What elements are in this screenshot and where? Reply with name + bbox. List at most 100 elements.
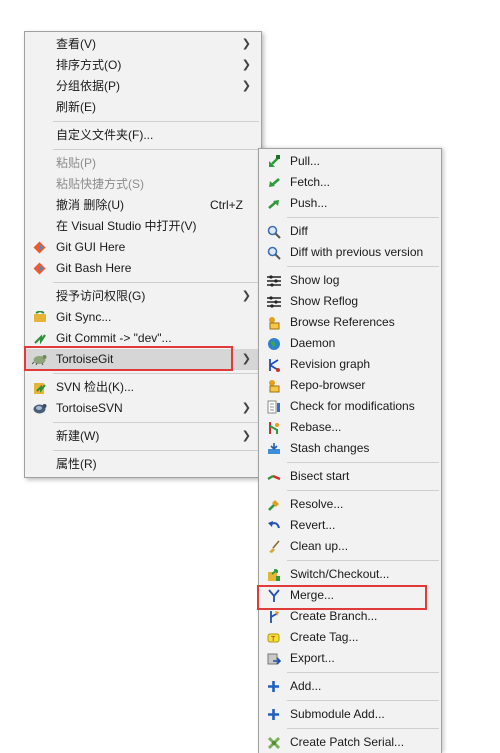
submenu-item-stash-changes[interactable]: Stash changes (259, 438, 441, 459)
git-diamond-icon (32, 261, 47, 276)
submenu-item-push[interactable]: Push... (259, 193, 441, 214)
separator (53, 450, 259, 451)
submenu-item-show-reflog[interactable]: Show Reflog (259, 291, 441, 312)
menu-item-undo-delete[interactable]: 撤消 删除(U) Ctrl+Z (25, 195, 261, 216)
menu-item-git-bash[interactable]: Git Bash Here (25, 258, 261, 279)
magnifier-icon (266, 245, 281, 260)
submenu-item-create-patch-serial[interactable]: Create Patch Serial... (259, 732, 441, 753)
menu-item-label: Git Commit -> "dev"... (56, 331, 172, 345)
separator (287, 700, 439, 701)
submenu-item-revert[interactable]: Revert... (259, 515, 441, 536)
submenu-item-export[interactable]: Export... (259, 648, 441, 669)
menu-item-label: 粘贴(P) (56, 156, 96, 170)
menu-item-tortoisegit[interactable]: TortoiseGit ❯ (25, 349, 261, 370)
menu-item-label: Pull... (290, 154, 321, 168)
menu-item-label: 排序方式(O) (56, 58, 122, 72)
plus-icon (266, 707, 281, 722)
menu-item-sort[interactable]: 排序方式(O) ❯ (25, 55, 261, 76)
submenu-item-submodule-add[interactable]: Submodule Add... (259, 704, 441, 725)
submenu-item-rebase[interactable]: Rebase... (259, 417, 441, 438)
submenu-item-check-modifications[interactable]: Check for modifications (259, 396, 441, 417)
menu-item-customize-folder[interactable]: 自定义文件夹(F)... (25, 125, 261, 146)
submenu-item-clean-up[interactable]: Clean up... (259, 536, 441, 557)
menu-item-git-gui[interactable]: Git GUI Here (25, 237, 261, 258)
menu-item-label: 粘贴快捷方式(S) (56, 177, 144, 191)
menu-item-label: Git Sync... (56, 310, 112, 324)
menu-item-label: Browse References (290, 315, 395, 329)
menu-item-label: Bisect start (290, 469, 350, 483)
resolve-icon (266, 497, 281, 512)
submenu-item-fetch[interactable]: Fetch... (259, 172, 441, 193)
merge-icon (266, 588, 281, 603)
menu-item-label: Create Branch... (290, 609, 378, 623)
submenu-item-add[interactable]: Add... (259, 676, 441, 697)
switch-icon (266, 567, 281, 582)
menu-item-view[interactable]: 查看(V) ❯ (25, 34, 261, 55)
submenu-item-show-log[interactable]: Show log (259, 270, 441, 291)
menu-item-label: Repo-browser (290, 378, 366, 392)
svg-text:T: T (271, 636, 276, 643)
reflog-icon (266, 294, 281, 309)
menu-item-label: TortoiseSVN (56, 401, 123, 415)
menu-item-label: Git Bash Here (56, 261, 132, 275)
submenu-item-create-branch[interactable]: Create Branch... (259, 606, 441, 627)
submenu-item-diff-previous[interactable]: Diff with previous version (259, 242, 441, 263)
menu-item-git-commit[interactable]: Git Commit -> "dev"... (25, 328, 261, 349)
broom-icon (266, 539, 281, 554)
submenu-item-repo-browser[interactable]: Repo-browser (259, 375, 441, 396)
menu-item-git-sync[interactable]: Git Sync... (25, 307, 261, 328)
submenu-item-diff[interactable]: Diff (259, 221, 441, 242)
log-icon (266, 273, 281, 288)
menu-item-label: SVN 检出(K)... (56, 380, 135, 394)
menu-item-label: Add... (290, 679, 322, 693)
menu-item-label: 在 Visual Studio 中打开(V) (56, 219, 197, 233)
menu-item-label: 新建(W) (56, 429, 100, 443)
chevron-right-icon: ❯ (241, 430, 251, 442)
tortoisegit-submenu: Pull... Fetch... Push... Diff Diff with … (258, 148, 442, 753)
submenu-item-pull[interactable]: Pull... (259, 151, 441, 172)
submenu-item-revision-graph[interactable]: Revision graph (259, 354, 441, 375)
menu-item-grant-access[interactable]: 授予访问权限(G) ❯ (25, 286, 261, 307)
chevron-right-icon: ❯ (241, 402, 251, 414)
menu-item-label: Export... (290, 651, 335, 665)
menu-item-label: TortoiseGit (56, 352, 114, 366)
menu-item-label: 授予访问权限(G) (56, 289, 146, 303)
menu-item-label: Daemon (290, 336, 336, 350)
menu-item-paste-shortcut: 粘贴快捷方式(S) (25, 174, 261, 195)
menu-item-label: 刷新(E) (56, 100, 96, 114)
menu-item-label: Merge... (290, 588, 335, 602)
menu-item-paste: 粘贴(P) (25, 153, 261, 174)
menu-item-refresh[interactable]: 刷新(E) (25, 97, 261, 118)
menu-item-properties[interactable]: 属性(R) (25, 454, 261, 475)
chevron-right-icon: ❯ (241, 38, 251, 50)
separator (287, 217, 439, 218)
menu-item-group[interactable]: 分组依据(P) ❯ (25, 76, 261, 97)
menu-item-open-visual-studio[interactable]: 在 Visual Studio 中打开(V) (25, 216, 261, 237)
separator (53, 422, 259, 423)
pull-icon (266, 154, 281, 169)
menu-item-label: Revision graph (290, 357, 371, 371)
menu-item-label: Check for modifications (290, 399, 415, 413)
tag-icon: T (266, 630, 281, 645)
submenu-item-browse-references[interactable]: Browse References (259, 312, 441, 333)
separator (53, 121, 259, 122)
export-icon (266, 651, 281, 666)
references-icon (266, 315, 281, 330)
menu-item-label: Show log (290, 273, 340, 287)
submenu-item-merge[interactable]: Merge... (259, 585, 441, 606)
separator (287, 728, 439, 729)
separator (287, 462, 439, 463)
menu-item-new[interactable]: 新建(W) ❯ (25, 426, 261, 447)
submenu-item-switch-checkout[interactable]: Switch/Checkout... (259, 564, 441, 585)
menu-item-tortoisesvn[interactable]: TortoiseSVN ❯ (25, 398, 261, 419)
plus-icon (266, 679, 281, 694)
submenu-item-bisect-start[interactable]: Bisect start (259, 466, 441, 487)
menu-item-svn-checkout[interactable]: SVN 检出(K)... (25, 377, 261, 398)
submenu-item-resolve[interactable]: Resolve... (259, 494, 441, 515)
submenu-item-create-tag[interactable]: T Create Tag... (259, 627, 441, 648)
separator (287, 266, 439, 267)
submenu-item-daemon[interactable]: Daemon (259, 333, 441, 354)
menu-item-label: Revert... (290, 518, 336, 532)
menu-item-label: Create Patch Serial... (290, 735, 405, 749)
menu-item-label: Stash changes (290, 441, 370, 455)
